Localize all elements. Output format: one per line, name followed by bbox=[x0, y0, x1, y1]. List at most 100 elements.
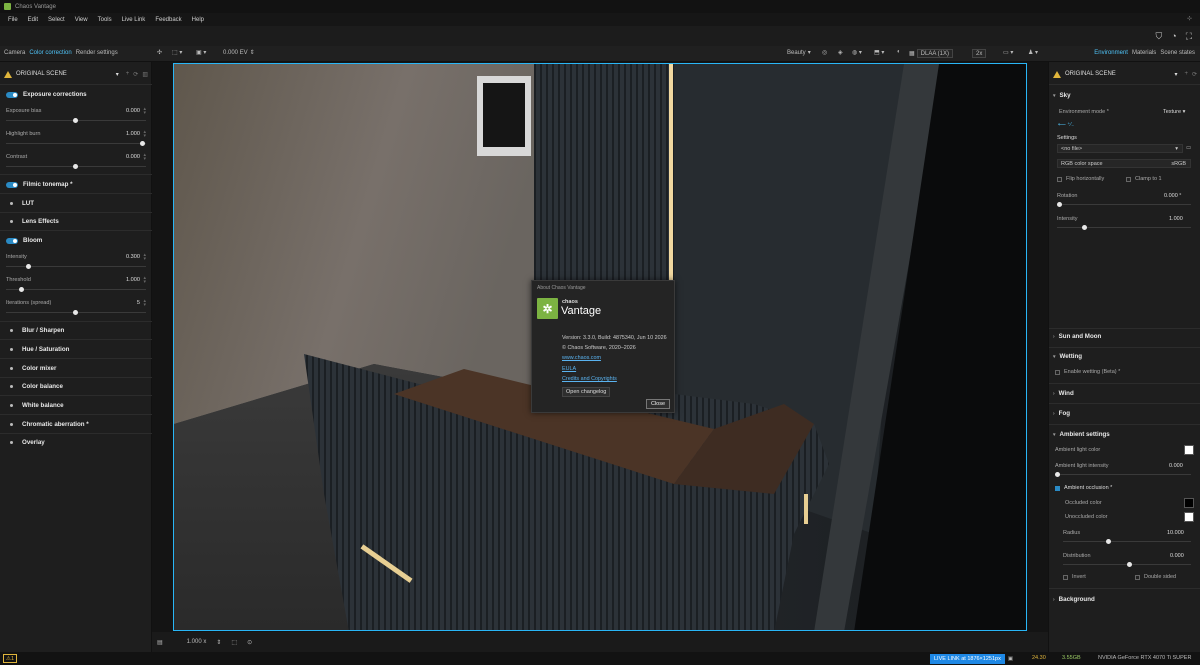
tab-scene-states[interactable]: Scene states bbox=[1160, 50, 1195, 56]
section-white-balance[interactable]: White balance bbox=[0, 402, 152, 409]
section-sun-and-moon[interactable]: › Sun and Moon bbox=[1053, 333, 1197, 340]
stepper-icon[interactable]: ▴ ▾ bbox=[143, 276, 146, 285]
section-sky[interactable]: ▾ Sky bbox=[1053, 92, 1197, 99]
section-background[interactable]: › Background bbox=[1053, 596, 1197, 603]
credits-link[interactable]: Credits and Copyrights bbox=[562, 376, 617, 382]
flip-checkbox[interactable] bbox=[1057, 177, 1062, 182]
warning-badge[interactable]: ⚠1 bbox=[3, 654, 17, 663]
menu-edit[interactable]: Edit bbox=[23, 17, 43, 23]
invert-checkbox[interactable] bbox=[1063, 575, 1068, 580]
stepper-icon[interactable]: ▴ ▾ bbox=[143, 153, 146, 162]
scale-select[interactable]: 2x bbox=[972, 49, 987, 58]
menu-live-link[interactable]: Live Link bbox=[117, 17, 151, 23]
section-ambient-settings[interactable]: ▾ Ambient settings bbox=[1053, 431, 1197, 438]
folder-icon[interactable]: ▭ bbox=[1186, 145, 1191, 151]
monitor-icon[interactable]: ▭ ▾ bbox=[1003, 49, 1013, 56]
refresh-icon[interactable]: ⟳ bbox=[1192, 71, 1197, 78]
menu-view[interactable]: View bbox=[70, 17, 93, 23]
filmic-toggle[interactable] bbox=[6, 181, 18, 188]
rgb-color-space-field[interactable]: RGB color space sRGB bbox=[1057, 159, 1191, 168]
section-color-mixer[interactable]: Color mixer bbox=[0, 365, 152, 372]
pin-icon[interactable]: ⊹ bbox=[1187, 15, 1192, 22]
slider-knob[interactable] bbox=[26, 264, 31, 269]
select-tool-icon[interactable]: ⬚ ▾ bbox=[172, 49, 182, 56]
ambient-occlusion-checkbox[interactable] bbox=[1055, 486, 1060, 491]
slider-knob[interactable] bbox=[1055, 472, 1060, 477]
rotation-value[interactable]: 0.000 ° bbox=[1164, 193, 1182, 199]
distribution-slider[interactable] bbox=[1063, 562, 1191, 567]
radius-value[interactable]: 10.000 bbox=[1167, 530, 1184, 536]
lighting-icon[interactable]: ◎ bbox=[822, 49, 827, 56]
slider-knob[interactable] bbox=[1106, 539, 1111, 544]
shading-icon[interactable]: ◈ bbox=[838, 49, 843, 56]
stepper-icon[interactable]: ▴ ▾ bbox=[143, 299, 146, 308]
add-icon[interactable]: + bbox=[1184, 71, 1188, 77]
enable-wetting-checkbox[interactable] bbox=[1055, 370, 1060, 375]
scene-selector[interactable]: ORIGINAL SCENE ▾ + ⟳ bbox=[1053, 68, 1197, 80]
slider[interactable] bbox=[6, 287, 146, 292]
zoom-value[interactable]: 1.000 x bbox=[187, 639, 207, 645]
slider-knob[interactable] bbox=[1057, 202, 1062, 207]
scene-selector[interactable]: ORIGINAL SCENE ▾ + ⟳ ▥ bbox=[4, 68, 148, 80]
slider-knob[interactable] bbox=[1127, 562, 1132, 567]
slider-knob[interactable] bbox=[73, 118, 78, 123]
ambient-intensity-slider[interactable] bbox=[1055, 472, 1191, 477]
clamp-checkbox[interactable] bbox=[1126, 177, 1131, 182]
slider-knob[interactable] bbox=[73, 310, 78, 315]
texture-icon[interactable]: ⟵ ⁺⁄₋ bbox=[1058, 122, 1074, 128]
open-changelog-button[interactable]: Open changelog bbox=[562, 387, 611, 397]
play-icon[interactable]: ⊙ bbox=[247, 639, 252, 646]
section-wetting[interactable]: ▾ Wetting bbox=[1053, 353, 1197, 360]
aa-select[interactable]: ▦ DLAA (1X) bbox=[909, 49, 954, 58]
menu-file[interactable]: File bbox=[3, 17, 23, 23]
frame-icon[interactable]: ⬚ bbox=[231, 639, 237, 646]
menu-select[interactable]: Select bbox=[43, 17, 70, 23]
double-sided-checkbox[interactable] bbox=[1135, 575, 1140, 580]
stepper-icon[interactable]: ▴ ▾ bbox=[143, 130, 146, 139]
contrast-icon[interactable]: ◐ bbox=[897, 49, 901, 55]
stepper-icon[interactable]: ▴ ▾ bbox=[143, 253, 146, 262]
section-color-balance[interactable]: Color balance bbox=[0, 383, 152, 390]
bloom-toggle[interactable] bbox=[6, 237, 18, 244]
eula-link[interactable]: EULA bbox=[562, 366, 576, 372]
distribution-value[interactable]: 0.000 bbox=[1170, 553, 1184, 559]
slider-knob[interactable] bbox=[19, 287, 24, 292]
section-fog[interactable]: › Fog bbox=[1053, 410, 1197, 417]
slider[interactable] bbox=[6, 164, 146, 169]
film-icon[interactable]: ▤ bbox=[157, 639, 163, 646]
slider[interactable] bbox=[6, 141, 146, 146]
section-hue-saturation[interactable]: Hue / Saturation bbox=[0, 346, 152, 353]
param-value[interactable]: 1.000 bbox=[126, 131, 140, 137]
menu-tools[interactable]: Tools bbox=[93, 17, 117, 23]
menu-feedback[interactable]: Feedback bbox=[150, 17, 186, 23]
zoom-stepper-icon[interactable]: ⇕ bbox=[216, 639, 221, 646]
param-value[interactable]: 0.000 bbox=[126, 154, 140, 160]
slider[interactable] bbox=[6, 118, 146, 123]
param-value[interactable]: 1.000 bbox=[126, 277, 140, 283]
occluded-color-swatch[interactable] bbox=[1184, 498, 1194, 508]
refresh-icon[interactable]: ⟳ bbox=[133, 71, 138, 78]
camera-small-icon[interactable]: ▣ bbox=[1008, 656, 1013, 662]
trash-icon[interactable]: ▥ bbox=[142, 71, 148, 78]
warnings-indicator[interactable]: ⚠1 bbox=[3, 654, 17, 663]
add-icon[interactable]: + bbox=[126, 71, 130, 77]
tab-render-settings[interactable]: Render settings bbox=[76, 50, 118, 56]
person-icon[interactable]: ♟ ▾ bbox=[1028, 49, 1038, 56]
live-link-status[interactable]: LIVE LINK at 1876×1251px ▣ bbox=[930, 653, 1013, 664]
radius-slider[interactable] bbox=[1063, 539, 1191, 544]
intensity-value[interactable]: 1.000 bbox=[1169, 216, 1183, 222]
tab-environment[interactable]: Environment bbox=[1094, 50, 1128, 56]
section-exposure[interactable]: Exposure corrections bbox=[0, 91, 152, 98]
unoccluded-color-swatch[interactable] bbox=[1184, 512, 1194, 522]
intensity-slider[interactable] bbox=[1057, 225, 1191, 230]
frame-icon[interactable]: ⬒ ▾ bbox=[874, 49, 884, 56]
close-button[interactable]: Close bbox=[645, 399, 670, 409]
exposure-tool-icon[interactable]: ▣ ▾ bbox=[196, 49, 206, 56]
ambient-light-color-swatch[interactable] bbox=[1184, 445, 1194, 455]
pass-select[interactable]: Beauty ▾ bbox=[787, 49, 811, 57]
section-lut[interactable]: LUT bbox=[0, 200, 152, 207]
menu-help[interactable]: Help bbox=[187, 17, 209, 23]
ambient-intensity-value[interactable]: 0.000 bbox=[1169, 463, 1183, 469]
move-tool-icon[interactable]: ✣ bbox=[157, 49, 162, 56]
slider[interactable] bbox=[6, 310, 146, 315]
